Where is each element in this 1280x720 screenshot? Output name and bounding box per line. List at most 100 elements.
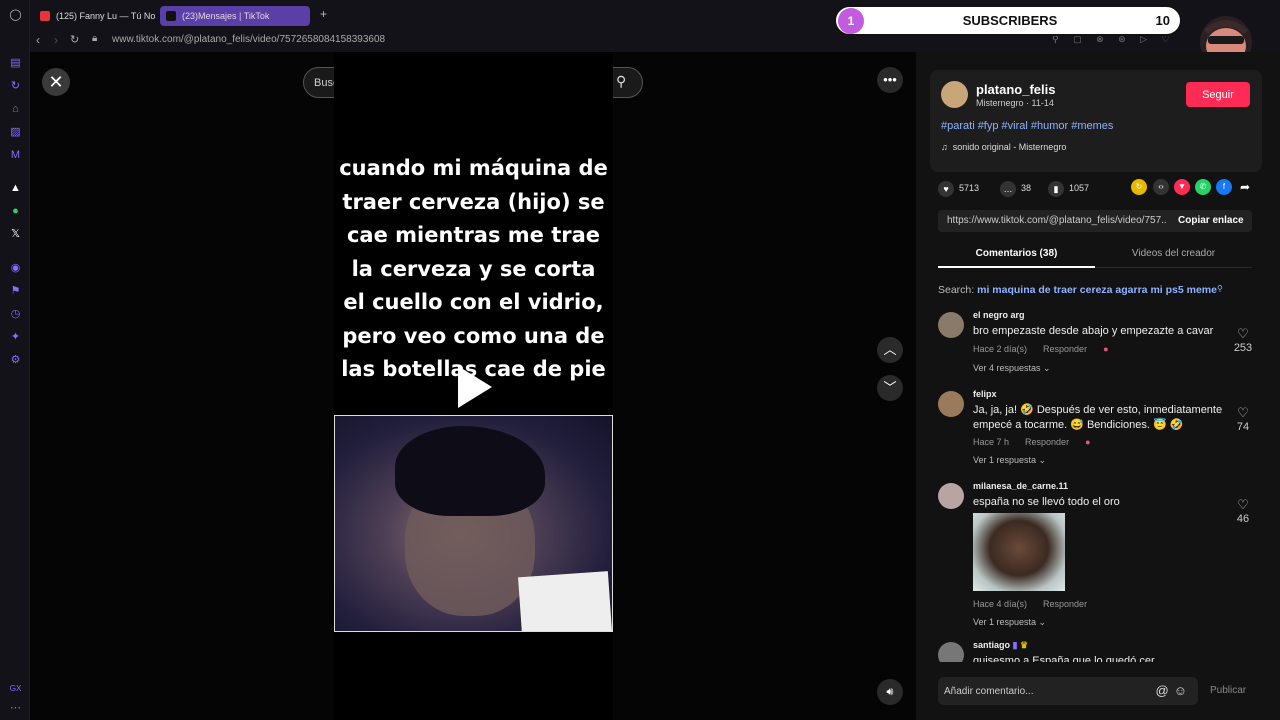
more-options-icon[interactable]: ••• bbox=[877, 67, 903, 93]
previous-video-icon[interactable]: ︿ bbox=[877, 337, 903, 363]
mention-icon[interactable]: @ bbox=[1156, 683, 1174, 698]
whatsapp-icon[interactable]: ✆ bbox=[1195, 179, 1211, 195]
comment-like[interactable]: ♡ 253 bbox=[1228, 326, 1258, 354]
tab-tiktok[interactable]: (23)Mensajes | TikTok bbox=[160, 6, 310, 26]
details-panel: platano_felis Misternegro · 11-14 Seguir… bbox=[916, 52, 1280, 720]
follow-button[interactable]: Seguir bbox=[1186, 82, 1250, 107]
sidebar-workspace-icon[interactable]: ⌂ bbox=[9, 103, 22, 116]
comment-input[interactable] bbox=[944, 683, 1164, 699]
tab-label: (125) Fanny Lu — Tú No Es bbox=[56, 11, 156, 21]
like-count: 5713 bbox=[959, 183, 980, 193]
emoji-icon[interactable]: ☺ bbox=[1174, 683, 1192, 698]
commenter-avatar[interactable] bbox=[938, 483, 964, 509]
opera-logo-icon[interactable]: ◯ bbox=[9, 9, 22, 22]
view-replies-label: Ver 1 respuesta bbox=[973, 455, 1037, 465]
save-count: 1057 bbox=[1069, 183, 1090, 193]
tab-youtube[interactable]: (125) Fanny Lu — Tú No Es bbox=[34, 6, 156, 26]
sidebar-messenger-icon[interactable]: M bbox=[9, 149, 22, 162]
like-stat[interactable]: ♥ 5713 bbox=[938, 179, 979, 197]
sidebar-extensions-icon[interactable]: ✦ bbox=[9, 331, 22, 344]
heart-outline-icon: ♡ bbox=[1237, 497, 1249, 512]
tab-creator-videos[interactable]: Videos del creador bbox=[1095, 248, 1252, 259]
sidebar-settings-icon[interactable]: ⚙ bbox=[9, 354, 22, 367]
comment-text: Ja, ja, ja! 🤣 Después de ver esto, inmed… bbox=[973, 404, 1223, 431]
url-text[interactable]: www.tiktok.com/@platano_felis/video/7572… bbox=[112, 34, 385, 45]
comment-text: bro empezaste desde abajo y empezazte a … bbox=[973, 325, 1214, 337]
reply-button[interactable]: Responder bbox=[1043, 344, 1087, 354]
commenter-avatar[interactable] bbox=[938, 312, 964, 338]
comment-stat[interactable]: … 38 bbox=[1000, 179, 1031, 197]
sidebar-bookmarks-icon[interactable]: ⚑ bbox=[9, 285, 22, 298]
publish-button[interactable]: Publicar bbox=[1210, 685, 1246, 696]
reload-icon[interactable]: ↻ bbox=[70, 33, 79, 46]
tab-comments[interactable]: Comentarios (38) bbox=[938, 248, 1095, 259]
comment-like[interactable]: ♡ 74 bbox=[1228, 405, 1258, 433]
share-arrow-icon[interactable]: ➦ bbox=[1237, 179, 1253, 195]
author-avatar[interactable] bbox=[941, 81, 968, 108]
reply-button[interactable]: Responder bbox=[1043, 599, 1087, 609]
comment-image[interactable] bbox=[973, 513, 1065, 591]
sidebar-clock-icon[interactable]: ◷ bbox=[9, 308, 22, 321]
comment-item: el negro arg bro empezaste desde abajo y… bbox=[938, 310, 1272, 382]
send-icon[interactable]: ▼ bbox=[1174, 179, 1190, 195]
comment-like[interactable]: ♡ 46 bbox=[1228, 497, 1258, 525]
view-replies-button[interactable]: Ver 1 respuesta ⌄ bbox=[973, 455, 1046, 466]
volume-icon[interactable]: 🔊︎ bbox=[877, 679, 903, 705]
sidebar-spotify-icon[interactable]: ◉ bbox=[9, 262, 22, 275]
hashtags[interactable]: #parati #fyp #viral #humor #memes bbox=[941, 120, 1113, 132]
comment-text: quisesmo a España que lo quedó cer... bbox=[973, 655, 1164, 662]
back-icon[interactable]: ‹ bbox=[36, 33, 40, 47]
view-replies-button[interactable]: Ver 4 respuestas ⌄ bbox=[973, 363, 1051, 374]
author-username[interactable]: platano_felis bbox=[976, 82, 1055, 97]
commenter-username[interactable]: santiago ▮ ♛ bbox=[973, 640, 1028, 651]
comment-item: santiago ▮ ♛ quisesmo a España que lo qu… bbox=[938, 640, 1272, 662]
commenter-avatar[interactable] bbox=[938, 642, 964, 662]
sound-row[interactable]: ♫ sonido original - Misternegro bbox=[941, 142, 1066, 152]
sound-name: sonido original - Misternegro bbox=[952, 142, 1067, 152]
sidebar-aria-icon[interactable]: ▤ bbox=[9, 57, 22, 70]
view-replies-button[interactable]: Ver 1 respuesta ⌄ bbox=[973, 617, 1046, 628]
sidebar-x-icon[interactable]: 𝕏 bbox=[9, 228, 22, 241]
comment-time: Hace 2 día(s) bbox=[973, 344, 1028, 354]
facebook-icon[interactable]: f bbox=[1216, 179, 1232, 195]
crown-icon: ♛ bbox=[1020, 640, 1029, 650]
commenter-username[interactable]: el negro arg bbox=[973, 310, 1025, 320]
commenter-username[interactable]: milanesa_de_carne.11 bbox=[973, 481, 1068, 491]
reply-button[interactable]: Responder bbox=[1025, 437, 1069, 447]
play-icon[interactable] bbox=[458, 366, 492, 408]
video-player-area: ✕ ⚲ ••• cuando mi máquina de traer cerve… bbox=[30, 52, 916, 720]
search-icon[interactable]: ⚲ bbox=[616, 73, 626, 90]
subscriber-goal-index: 1 bbox=[838, 8, 864, 34]
commenter-avatar[interactable] bbox=[938, 391, 964, 417]
save-stat[interactable]: ▮ 1057 bbox=[1048, 179, 1089, 197]
comment-meta: Hace 4 día(s) Responder bbox=[973, 599, 1103, 609]
forward-icon[interactable]: › bbox=[54, 33, 58, 47]
badge-icon: ▮ bbox=[1012, 640, 1018, 650]
repost-icon[interactable]: ↻ bbox=[1131, 179, 1147, 195]
search-small-icon: ⚲ bbox=[1216, 284, 1223, 293]
heart-outline-icon: ♡ bbox=[1237, 326, 1249, 341]
embed-icon[interactable]: ‹› bbox=[1153, 179, 1169, 195]
sidebar-more-icon[interactable]: ⋯ bbox=[9, 702, 22, 715]
subscribers-count: 10 bbox=[1155, 13, 1170, 28]
stats-row: ♥ 5713 … 38 ▮ 1057 ↻ ‹› ▼ ✆ f ➦ bbox=[938, 179, 1268, 197]
commenter-username[interactable]: felipx bbox=[973, 389, 997, 399]
close-icon[interactable]: ✕ bbox=[42, 68, 70, 96]
sidebar-history-icon[interactable]: ↻ bbox=[9, 80, 22, 93]
author-nickname: Misternegro bbox=[976, 98, 1024, 108]
copy-link-button[interactable]: Copiar enlace bbox=[1178, 215, 1244, 226]
search-prefix: Search: bbox=[938, 284, 975, 296]
video-caption: cuando mi máquina de traer cerveza (hijo… bbox=[339, 156, 608, 381]
sidebar-gx-icon[interactable]: GX bbox=[9, 682, 22, 695]
author-meta: Misternegro · 11-14 bbox=[976, 98, 1054, 108]
post-date: 11-14 bbox=[1031, 98, 1054, 108]
new-tab-button[interactable]: + bbox=[320, 7, 327, 21]
sidebar-pinboard-icon[interactable]: ▨ bbox=[9, 126, 22, 139]
search-suggestion[interactable]: Search: mi maquina de traer cereza agarr… bbox=[938, 284, 1223, 296]
next-video-icon[interactable]: ﹀ bbox=[877, 375, 903, 401]
hair-shape bbox=[395, 426, 545, 516]
comment-count: 38 bbox=[1021, 183, 1032, 193]
sidebar-aria-ai-icon[interactable]: ▲ bbox=[9, 182, 22, 195]
sidebar-whatsapp-icon[interactable]: ● bbox=[9, 205, 22, 218]
video-frame[interactable]: cuando mi máquina de traer cerveza (hijo… bbox=[334, 52, 613, 720]
